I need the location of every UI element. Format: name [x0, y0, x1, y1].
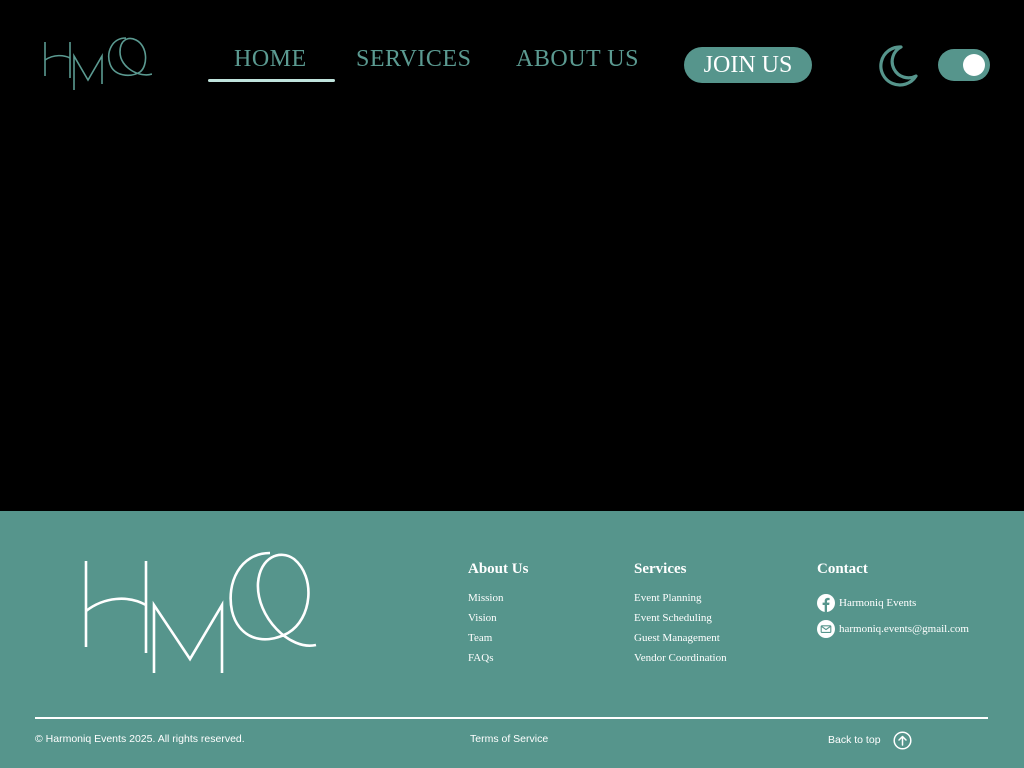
footer-link-vendor-coordination[interactable]: Vendor Coordination	[634, 652, 727, 664]
header: HOME SERVICES ABOUT US JOIN US	[0, 0, 1024, 130]
logo[interactable]	[40, 34, 152, 94]
nav-home[interactable]: HOME	[234, 46, 307, 73]
facebook-label: Harmoniq Events	[839, 597, 917, 609]
footer-link-faqs[interactable]: FAQs	[468, 652, 493, 664]
contact-heading: Contact	[817, 561, 868, 577]
dark-mode-toggle[interactable]	[938, 49, 990, 81]
arrow-up-circle-icon[interactable]	[893, 731, 912, 750]
footer-link-guest-management[interactable]: Guest Management	[634, 632, 720, 644]
contact-email[interactable]: harmoniq.events@gmail.com	[817, 620, 969, 638]
terms-of-service-link[interactable]: Terms of Service	[470, 733, 548, 745]
contact-facebook[interactable]: Harmoniq Events	[817, 594, 916, 612]
about-us-heading: About Us	[468, 561, 529, 577]
footer-divider	[35, 717, 988, 719]
footer-link-event-planning[interactable]: Event Planning	[634, 592, 702, 604]
join-us-button[interactable]: JOIN US	[684, 47, 812, 83]
footer-logo	[84, 551, 317, 673]
copyright-text: © Harmoniq Events 2025. All rights reser…	[35, 733, 245, 745]
footer-link-vision[interactable]: Vision	[468, 612, 497, 624]
nav-services[interactable]: SERVICES	[356, 46, 471, 73]
mail-icon	[817, 620, 835, 638]
moon-icon[interactable]	[874, 42, 920, 88]
footer-link-event-scheduling[interactable]: Event Scheduling	[634, 612, 712, 624]
email-label: harmoniq.events@gmail.com	[839, 623, 969, 635]
back-to-top-link[interactable]: Back to top	[828, 734, 881, 746]
footer-link-mission[interactable]: Mission	[468, 592, 503, 604]
footer-link-team[interactable]: Team	[468, 632, 492, 644]
services-heading: Services	[634, 561, 687, 577]
active-nav-underline	[208, 79, 335, 82]
nav-about-us[interactable]: ABOUT US	[516, 46, 639, 73]
facebook-icon	[817, 594, 835, 612]
toggle-knob	[963, 54, 985, 76]
footer: About Us Mission Vision Team FAQs Servic…	[0, 511, 1024, 768]
